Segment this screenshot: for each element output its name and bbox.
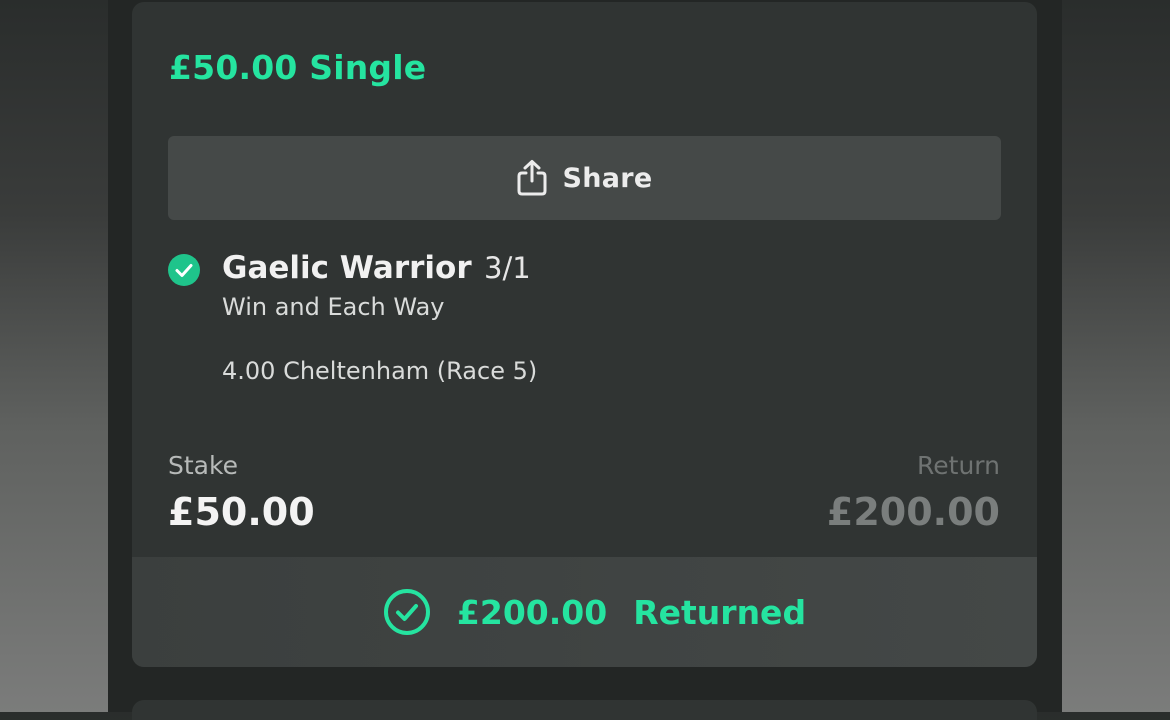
return-value: £200.00 xyxy=(826,490,1000,534)
next-bet-card xyxy=(132,700,1037,720)
returned-content: £200.00 Returned xyxy=(383,588,806,636)
returned-banner: £200.00 Returned xyxy=(132,557,1037,667)
return-label: Return xyxy=(917,451,1000,480)
bet-market: Win and Each Way xyxy=(222,293,445,321)
share-button[interactable]: Share xyxy=(168,136,1001,220)
returned-amount: £200.00 xyxy=(456,592,608,632)
stake-label: Stake xyxy=(168,451,238,480)
bet-card: £50.00 Single Share Gaelic Warrior 3/1 W… xyxy=(132,2,1037,667)
returned-label: Returned xyxy=(633,592,807,632)
check-circle-icon xyxy=(168,254,200,286)
share-icon xyxy=(517,160,547,196)
stake-value: £50.00 xyxy=(168,490,315,534)
bet-title: £50.00 Single xyxy=(169,48,427,87)
check-circle-outline-icon xyxy=(383,589,430,635)
selection-name: Gaelic Warrior xyxy=(222,250,472,286)
selection-odds: 3/1 xyxy=(484,251,531,285)
event-name: 4.00 Cheltenham (Race 5) xyxy=(222,357,538,385)
share-label: Share xyxy=(562,162,653,194)
